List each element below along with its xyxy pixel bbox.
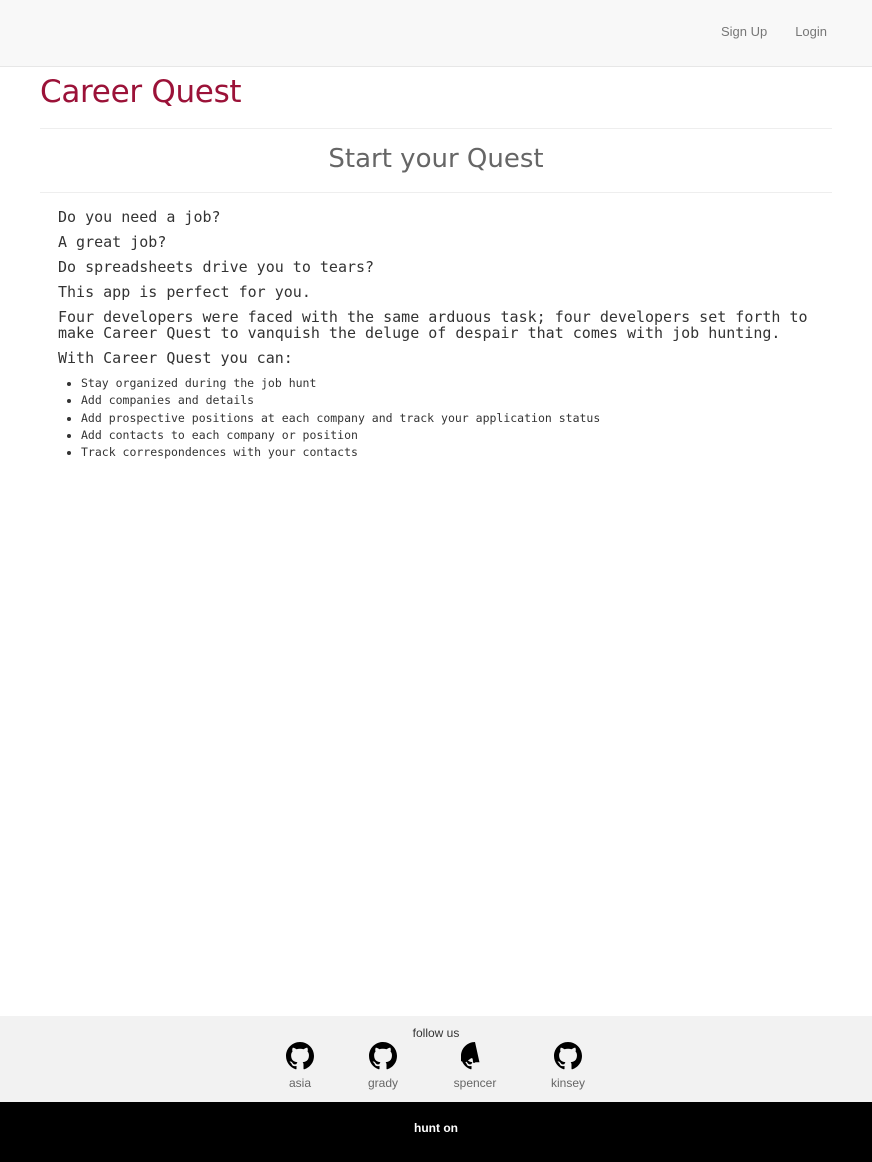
login-link[interactable]: Login bbox=[795, 24, 827, 39]
intro-paragraph: Do spreadsheets drive you to tears? bbox=[58, 258, 375, 276]
github-icon bbox=[343, 1042, 423, 1070]
intro-paragraph: Do you need a job? bbox=[58, 208, 221, 226]
github-username: spencer bbox=[453, 1076, 497, 1090]
feature-item: Add companies and details bbox=[81, 392, 818, 409]
intro-paragraph: This app is perfect for you. bbox=[58, 283, 311, 301]
tagline: hunt on bbox=[414, 1121, 458, 1135]
intro-paragraph: Four developers were faced with the same… bbox=[58, 308, 808, 342]
github-link-spencer[interactable]: spencer bbox=[435, 1042, 515, 1090]
feature-item: Stay organized during the job hunt bbox=[81, 375, 818, 392]
intro-paragraph: With Career Quest you can: bbox=[58, 349, 293, 367]
github-icon bbox=[528, 1042, 608, 1070]
page-heading: Start your Quest bbox=[328, 144, 544, 174]
bottom-bar: hunt on bbox=[0, 1102, 872, 1162]
top-navbar: Sign Up Login bbox=[0, 0, 872, 67]
intro-content: Do you need a job? A great job? Do sprea… bbox=[58, 209, 818, 461]
divider bbox=[40, 192, 832, 193]
footer: follow us asia grady spencer kinsey bbox=[0, 1016, 872, 1102]
github-link-grady[interactable]: grady bbox=[343, 1042, 423, 1090]
github-icon bbox=[260, 1042, 340, 1070]
follow-us-label: follow us bbox=[412, 1026, 460, 1040]
feature-item: Add contacts to each company or position bbox=[81, 427, 818, 444]
intro-paragraph: A great job? bbox=[58, 233, 167, 251]
feature-list: Stay organized during the job hunt Add c… bbox=[58, 375, 818, 461]
github-icon bbox=[435, 1042, 515, 1070]
brand-title: Career Quest bbox=[40, 74, 242, 110]
signup-link[interactable]: Sign Up bbox=[721, 24, 767, 39]
divider bbox=[40, 128, 832, 129]
github-username: asia bbox=[288, 1076, 311, 1090]
nav-links: Sign Up Login bbox=[721, 24, 827, 39]
github-link-asia[interactable]: asia bbox=[260, 1042, 340, 1090]
feature-item: Add prospective positions at each compan… bbox=[81, 410, 818, 427]
github-username: grady bbox=[367, 1076, 399, 1090]
github-link-kinsey[interactable]: kinsey bbox=[528, 1042, 608, 1090]
github-username: kinsey bbox=[550, 1076, 585, 1090]
feature-item: Track correspondences with your contacts bbox=[81, 444, 818, 461]
